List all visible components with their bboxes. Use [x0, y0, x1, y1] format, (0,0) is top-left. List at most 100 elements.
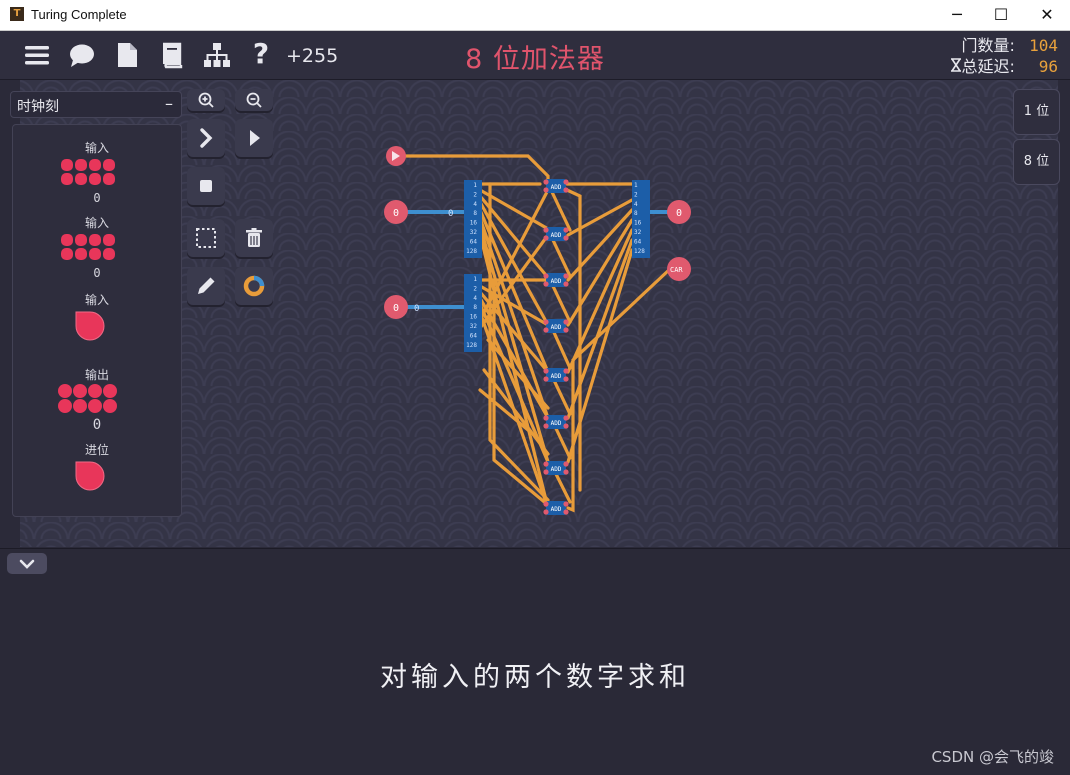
bit-label: 1 — [473, 276, 477, 283]
select-button[interactable] — [187, 219, 225, 257]
adder-pin — [543, 235, 549, 241]
bit-label: 8 — [473, 304, 477, 311]
gates-value: 104 — [1029, 36, 1058, 55]
hourglass-icon — [950, 58, 961, 72]
level-description: 对输入的两个数字求和 — [380, 662, 690, 693]
delay-label: 总延迟: — [961, 57, 1015, 76]
adder-pin — [543, 273, 549, 279]
bit-label: 2 — [634, 191, 638, 198]
adder-chain: ADD ADD ADD ADD ADD ADD ADD ADD — [543, 179, 569, 515]
output-bit-icon[interactable] — [74, 460, 106, 492]
adder-pin — [563, 327, 569, 333]
input-8bit-icon[interactable] — [60, 158, 118, 188]
svg-text:ADD: ADD — [551, 324, 562, 331]
chevron-down-icon — [19, 559, 35, 569]
adder-pin — [543, 368, 549, 374]
bit-label: 64 — [634, 238, 642, 245]
input-a-splitter: 1 2 4 8 16 32 64 128 — [464, 180, 482, 258]
component-label: 输入 — [84, 293, 109, 307]
input-b-value: 0 — [393, 303, 399, 314]
app-icon: T — [10, 7, 24, 21]
stop-button[interactable] — [187, 167, 225, 205]
adder-pin — [543, 179, 549, 185]
bit-label: 32 — [470, 229, 478, 236]
output-8bit-icon[interactable] — [57, 383, 119, 415]
bit-label: 128 — [466, 342, 477, 349]
bit-label: 4 — [634, 201, 638, 208]
adder-pin — [563, 509, 569, 515]
step-button[interactable] — [187, 119, 225, 157]
collapse-icon[interactable]: – — [165, 94, 173, 113]
input-8bit-icon[interactable] — [60, 233, 118, 263]
adder-pin — [563, 235, 569, 241]
window-title: Turing Complete — [31, 7, 127, 22]
adder-pin — [543, 376, 549, 382]
bit-label: 2 — [473, 285, 477, 292]
bit-label: 4 — [473, 201, 477, 208]
component-value: 0 — [93, 266, 101, 280]
bit-label: 4 — [473, 295, 477, 302]
adder-pin — [543, 469, 549, 475]
component-label: 进位 — [84, 443, 109, 457]
component-label: 输出 — [84, 368, 109, 382]
adder-gate: ADD — [543, 273, 569, 287]
color-button[interactable] — [235, 267, 273, 305]
input-b-pin: 0 0 — [384, 295, 419, 319]
chevron-right-icon — [200, 128, 213, 148]
adder-gate: ADD — [543, 368, 569, 382]
component-value: 0 — [93, 191, 101, 205]
maximize-button[interactable]: ☐ — [978, 0, 1024, 30]
adder-circuit[interactable]: 1 2 4 8 16 32 64 128 1 2 4 8 16 32 64 128 1 2 4 8 16 32 64 12… — [380, 140, 700, 530]
bit-label: 8 — [634, 210, 638, 217]
bit-label: 64 — [470, 238, 478, 245]
bit-width-8-button[interactable]: 8 位 — [1013, 139, 1060, 185]
input-b-splitter: 1 2 4 8 16 32 64 128 — [464, 274, 482, 352]
zoom-out-button[interactable] — [235, 89, 273, 111]
input-bit-icon[interactable] — [74, 310, 106, 342]
svg-text:ADD: ADD — [551, 506, 562, 513]
minimize-button[interactable]: ─ — [934, 0, 980, 30]
adder-gate: ADD — [543, 179, 569, 193]
delete-button[interactable] — [235, 219, 273, 257]
bit-label: 16 — [470, 314, 478, 321]
svg-text:ADD: ADD — [551, 232, 562, 239]
enable-pin — [386, 146, 406, 166]
adder-pin — [563, 319, 569, 325]
zoom-out-icon — [246, 92, 262, 108]
clock-dropdown[interactable]: 时钟刻 – — [10, 91, 182, 118]
trash-icon — [246, 228, 262, 247]
adder-pin — [543, 187, 549, 193]
bit-label: 128 — [466, 248, 477, 255]
adder-pin — [563, 423, 569, 429]
play-button[interactable] — [235, 119, 273, 157]
bit-label: 8 — [473, 210, 477, 217]
wires — [404, 154, 672, 513]
adder-gate: ADD — [543, 501, 569, 515]
level-title: 8 位加法器 — [465, 44, 605, 75]
stop-icon — [200, 180, 212, 192]
adder-pin — [543, 415, 549, 421]
bus-a-value: 0 — [448, 209, 453, 219]
collapse-panel-button[interactable] — [7, 553, 47, 574]
draw-button[interactable] — [187, 267, 225, 305]
bit-width-1-button[interactable]: 1 位 — [1013, 89, 1060, 135]
zoom-in-button[interactable] — [187, 89, 225, 111]
play-icon — [250, 130, 260, 146]
delay-value: 96 — [1038, 57, 1058, 76]
close-button[interactable]: ✕ — [1024, 0, 1070, 30]
svg-text:ADD: ADD — [551, 420, 562, 427]
adder-pin — [543, 319, 549, 325]
adder-pin — [563, 368, 569, 374]
output-value: 0 — [676, 208, 682, 219]
adder-pin — [563, 461, 569, 467]
carry-label: CAR — [670, 266, 683, 274]
adder-pin — [543, 509, 549, 515]
bit-label: 128 — [634, 248, 645, 255]
adder-pin — [563, 227, 569, 233]
bit-label: 1 — [473, 182, 477, 189]
stats-panel: 门数量: 104 总延迟: 96 — [950, 35, 1058, 77]
adder-pin — [563, 281, 569, 287]
svg-text:ADD: ADD — [551, 184, 562, 191]
adder-gate: ADD — [543, 415, 569, 429]
bit-label: 32 — [634, 229, 642, 236]
